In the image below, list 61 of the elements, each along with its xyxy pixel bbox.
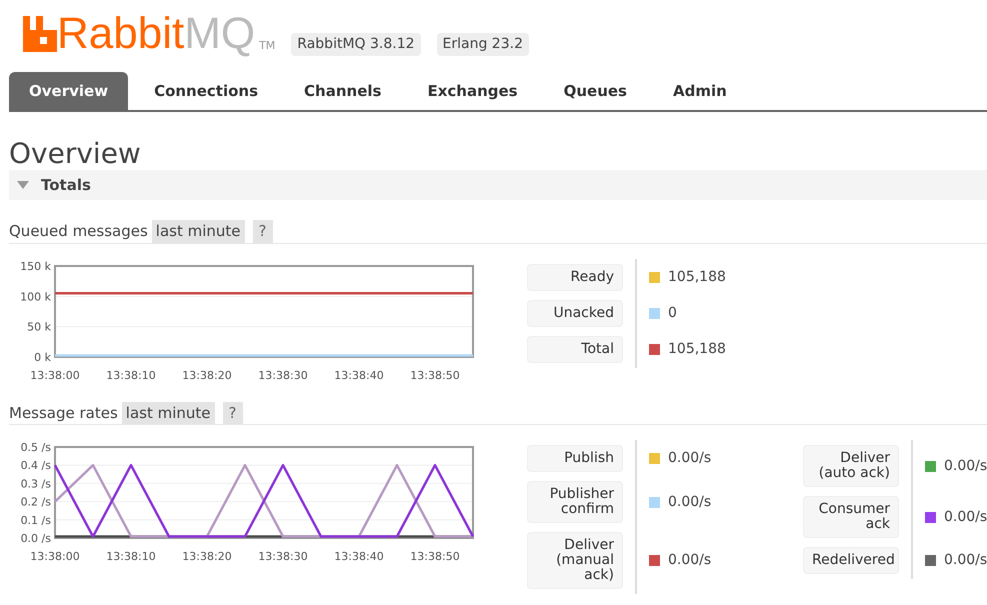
logo-accent-text: MQ xyxy=(184,12,256,56)
legend-value: 0.00/s xyxy=(668,551,712,570)
x-tick-label: 13:38:40 xyxy=(334,368,384,382)
y-tick-label: 0 k xyxy=(34,350,51,364)
y-tick-label: 100 k xyxy=(20,290,51,303)
x-tick-label: 13:38:40 xyxy=(334,550,384,563)
section-header[interactable]: Totals xyxy=(9,170,987,200)
legend-value: 0.00/s xyxy=(944,456,987,476)
legend-label: Redelivered xyxy=(803,547,899,574)
nav-tab[interactable]: Queues xyxy=(544,72,647,110)
legend-label: Consumer ack xyxy=(803,496,899,538)
legend-value: 0.00/s xyxy=(944,508,987,526)
x-tick-label: 13:38:30 xyxy=(258,550,308,563)
legend-value: 0.00/s xyxy=(668,492,712,512)
x-tick-label: 13:38:10 xyxy=(106,550,156,563)
legend-label: Publisher confirm xyxy=(527,481,623,523)
y-tick-label: 0.3 /s xyxy=(20,477,51,490)
version-badge: RabbitMQ 3.8.12 xyxy=(291,33,421,56)
x-tick-label: 13:38:50 xyxy=(410,368,460,382)
x-tick-label: 13:38:30 xyxy=(258,368,308,382)
legend-value: 105,188 xyxy=(668,340,726,358)
rabbit-logo-icon xyxy=(23,16,57,52)
x-tick-label: 13:38:20 xyxy=(182,368,232,382)
legend-label: Deliver (auto ack) xyxy=(803,445,899,487)
help-button[interactable]: ? xyxy=(222,402,242,424)
y-tick-label: 150 k xyxy=(20,260,51,272)
logo-text: Rabbit xyxy=(57,12,184,56)
y-tick-label: 0.5 /s xyxy=(20,441,51,454)
y-tick-label: 0.0 /s xyxy=(20,532,51,545)
nav-tab[interactable]: Exchanges xyxy=(407,72,538,110)
legend-label: Total xyxy=(527,336,623,362)
legend-value: 0.00/s xyxy=(944,551,987,570)
version-badge: Erlang 23.2 xyxy=(436,33,529,56)
legend-value: 0.00/s xyxy=(668,449,712,468)
y-tick-label: 0.4 /s xyxy=(20,459,51,472)
chart-heading: Message rates xyxy=(9,402,118,424)
x-tick-label: 13:38:10 xyxy=(106,368,156,382)
chart-heading: Queued messages xyxy=(9,221,148,242)
legend-value: 105,188 xyxy=(668,268,726,286)
y-tick-label: 50 k xyxy=(27,320,51,334)
x-tick-label: 13:38:00 xyxy=(30,550,80,563)
page-title: Overview xyxy=(9,138,142,170)
nav-tab[interactable]: Channels xyxy=(284,72,402,110)
range-selector[interactable]: last minute xyxy=(122,402,215,424)
x-tick-label: 13:38:00 xyxy=(30,368,80,382)
nav-tab[interactable]: Overview xyxy=(9,72,128,110)
trademark-text: TM xyxy=(259,38,276,54)
x-tick-label: 13:38:50 xyxy=(410,550,460,563)
range-selector[interactable]: last minute xyxy=(152,220,245,242)
y-tick-label: 0.1 /s xyxy=(20,514,51,527)
legend-label: Publish xyxy=(527,445,623,472)
nav-tab[interactable]: Connections xyxy=(134,72,278,110)
collapse-triangle-icon xyxy=(17,180,29,190)
legend-label: Ready xyxy=(527,264,623,290)
x-tick-label: 13:38:20 xyxy=(182,550,232,563)
y-tick-label: 0.2 /s xyxy=(20,496,51,509)
legend-label: Deliver (manual ack) xyxy=(527,532,623,589)
nav-tab[interactable]: Admin xyxy=(652,72,747,110)
help-button[interactable]: ? xyxy=(252,220,272,242)
legend-value: 0 xyxy=(668,304,677,322)
legend-label: Unacked xyxy=(527,300,623,326)
